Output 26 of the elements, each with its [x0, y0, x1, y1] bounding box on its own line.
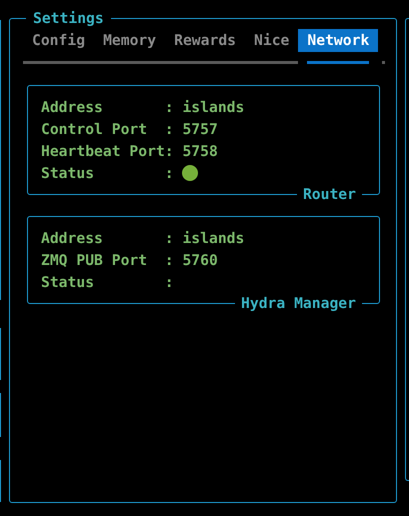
field-label: Status	[41, 274, 96, 290]
field-value: 5760	[182, 252, 218, 268]
field-value: islands	[182, 230, 244, 246]
tab[interactable]: Memory	[94, 29, 166, 52]
colon-separator: :	[164, 274, 174, 290]
card-title: Hydra Manager	[235, 294, 362, 314]
field-value: 5758	[182, 142, 218, 160]
field-label: Status	[41, 164, 96, 182]
colon-separator: :	[164, 230, 174, 246]
tab[interactable]: Config	[23, 29, 94, 52]
tab[interactable]: Rewards	[165, 29, 246, 52]
field-label: Address	[41, 230, 104, 246]
tab[interactable]: Nice	[245, 29, 298, 52]
tab[interactable]: Network	[298, 29, 378, 52]
colon-separator: :	[164, 120, 174, 138]
field-value: 5757	[182, 120, 218, 138]
field-label: ZMQ PUB Port	[41, 252, 148, 268]
field-label: Address	[41, 98, 104, 116]
colon-separator: :	[164, 142, 174, 160]
colon-separator: :	[164, 98, 174, 116]
field-label: Control Port	[41, 120, 148, 138]
panel-title: Settings	[26, 9, 111, 29]
field-label: Heartbeat Port	[41, 142, 165, 160]
field-value: islands	[182, 98, 244, 116]
colon-separator: :	[164, 252, 174, 268]
colon-separator: :	[164, 164, 174, 182]
